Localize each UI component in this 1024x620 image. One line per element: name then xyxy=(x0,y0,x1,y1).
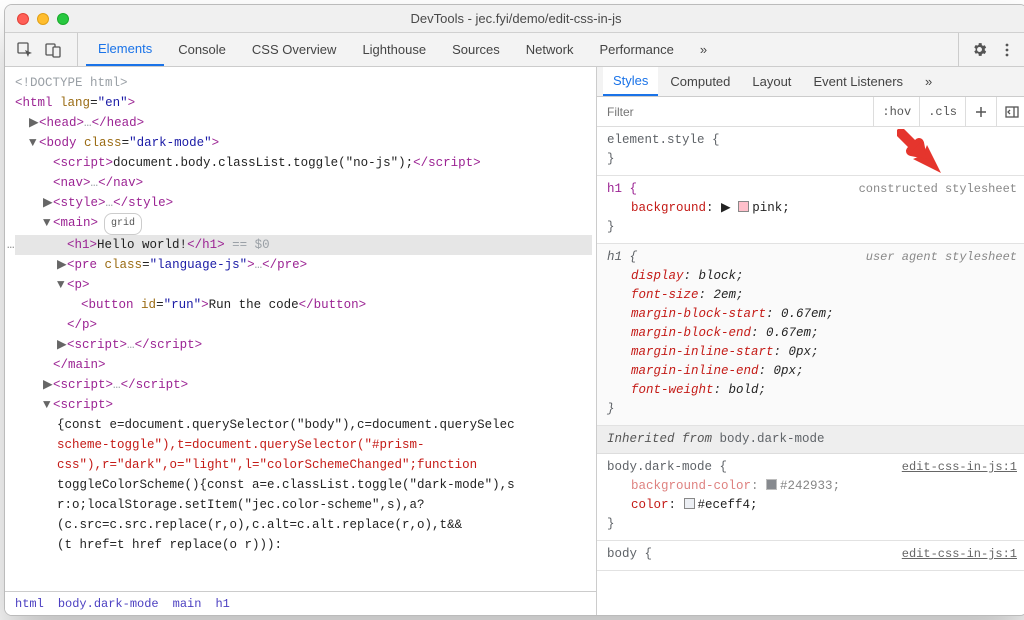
tab-elements[interactable]: Elements xyxy=(86,33,164,66)
window-title: DevTools - jec.fyi/demo/edit-css-in-js xyxy=(5,11,1024,26)
crumb-h1[interactable]: h1 xyxy=(215,597,229,611)
inherited-from-link[interactable]: body.dark-mode xyxy=(720,432,825,446)
crumb-body[interactable]: body.dark-mode xyxy=(58,597,159,611)
rule-body-darkmode[interactable]: edit-css-in-js:1 body.dark-mode { backgr… xyxy=(597,454,1024,541)
color-swatch-pink[interactable] xyxy=(738,201,749,212)
gear-icon[interactable] xyxy=(967,38,991,62)
color-swatch-light[interactable] xyxy=(684,498,695,509)
new-style-rule-icon[interactable] xyxy=(965,97,996,126)
devtools-window: DevTools - jec.fyi/demo/edit-css-in-js E… xyxy=(4,4,1024,616)
main-tabs: Elements Console CSS Overview Lighthouse… xyxy=(78,33,958,66)
grid-badge[interactable]: grid xyxy=(104,213,142,235)
rule-user-agent: user agent stylesheet h1 { display: bloc… xyxy=(597,244,1024,426)
rule-constructed[interactable]: constructed stylesheet h1 { background: … xyxy=(597,176,1024,244)
stylesheet-link-2[interactable]: edit-css-in-js:1 xyxy=(902,547,1017,561)
kebab-menu-icon[interactable] xyxy=(995,38,1019,62)
more-tabs[interactable]: » xyxy=(688,33,719,66)
tab-lighthouse[interactable]: Lighthouse xyxy=(350,33,438,66)
hov-toggle[interactable]: :hov xyxy=(873,97,919,126)
elements-panel: <!DOCTYPE html> <html lang="en"> ▶<head>… xyxy=(5,67,597,615)
tab-console[interactable]: Console xyxy=(166,33,238,66)
styles-filter-input[interactable] xyxy=(597,97,873,126)
tab-performance[interactable]: Performance xyxy=(587,33,685,66)
tab-sources[interactable]: Sources xyxy=(440,33,512,66)
crumb-main[interactable]: main xyxy=(173,597,202,611)
styles-list: element.style { } constructed stylesheet… xyxy=(597,127,1024,615)
toggle-sidebar-icon[interactable] xyxy=(996,97,1024,126)
device-toggle-icon[interactable] xyxy=(41,38,65,62)
inherited-from-header: Inherited from body.dark-mode xyxy=(597,426,1024,454)
tab-network[interactable]: Network xyxy=(514,33,586,66)
tab-computed[interactable]: Computed xyxy=(660,67,740,96)
origin-ua: user agent stylesheet xyxy=(866,248,1017,267)
dom-tree[interactable]: <!DOCTYPE html> <html lang="en"> ▶<head>… xyxy=(5,67,596,591)
more-styles-tabs[interactable]: » xyxy=(915,67,942,96)
expand-shorthand-icon[interactable]: ▶ xyxy=(721,201,731,215)
tab-layout[interactable]: Layout xyxy=(742,67,801,96)
styles-panel: Styles Computed Layout Event Listeners »… xyxy=(597,67,1024,615)
rule-element-style[interactable]: element.style { } xyxy=(597,127,1024,176)
toolbar: Elements Console CSS Overview Lighthouse… xyxy=(5,33,1024,67)
cls-toggle[interactable]: .cls xyxy=(919,97,965,126)
selected-node[interactable]: <h1>Hello world!</h1> == $0 xyxy=(15,235,592,255)
crumb-html[interactable]: html xyxy=(15,597,44,611)
filter-bar: :hov .cls xyxy=(597,97,1024,127)
tab-event-listeners[interactable]: Event Listeners xyxy=(803,67,913,96)
color-swatch-dark[interactable] xyxy=(766,479,777,490)
origin-constructed: constructed stylesheet xyxy=(859,180,1017,199)
tab-css-overview[interactable]: CSS Overview xyxy=(240,33,349,66)
tab-styles[interactable]: Styles xyxy=(603,67,658,96)
breadcrumb[interactable]: html body.dark-mode main h1 xyxy=(5,591,596,615)
styles-tabs: Styles Computed Layout Event Listeners » xyxy=(597,67,1024,97)
titlebar: DevTools - jec.fyi/demo/edit-css-in-js xyxy=(5,5,1024,33)
inspect-element-icon[interactable] xyxy=(13,38,37,62)
doctype: <!DOCTYPE html> xyxy=(15,76,128,90)
stylesheet-link[interactable]: edit-css-in-js:1 xyxy=(902,460,1017,474)
rule-body[interactable]: edit-css-in-js:1 body { xyxy=(597,541,1024,571)
